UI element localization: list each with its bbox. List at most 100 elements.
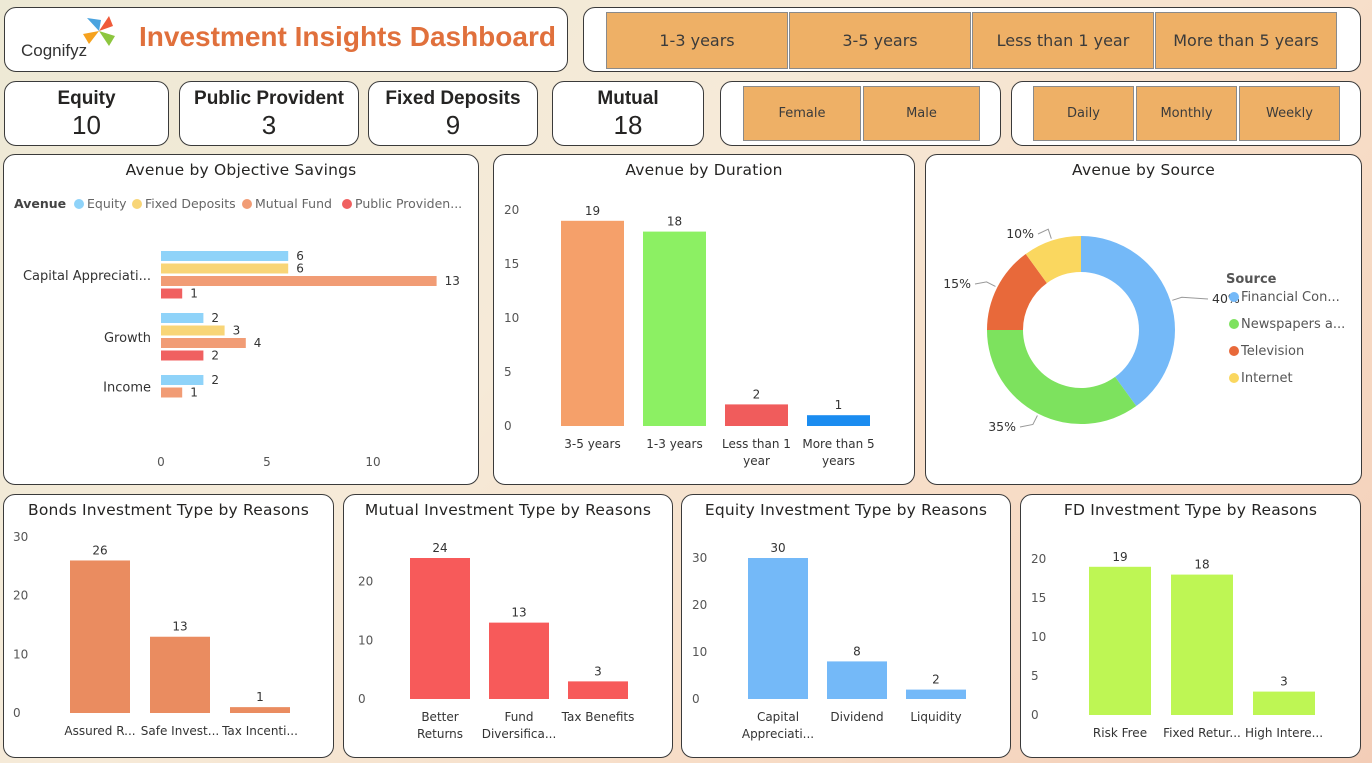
chart-fd-reasons-svg: 0 5 10 15 20 19 Risk Free 18 Fixed Retur... 3 High… bbox=[1031, 550, 1323, 740]
legend-title: Avenue bbox=[14, 196, 66, 211]
bar bbox=[161, 288, 183, 299]
header-panel: Cognifyz Investment Insights Dashboard bbox=[4, 7, 568, 72]
chart-mutual-reasons: Mutual Investment Type by Reasons 0 10 20 2… bbox=[343, 494, 673, 758]
x-tick-label: Fixed Retur... bbox=[1163, 726, 1241, 740]
legend-marker bbox=[242, 199, 252, 209]
legend-label: Fixed Deposits bbox=[145, 196, 236, 211]
legend-marker bbox=[1229, 346, 1239, 356]
bar bbox=[827, 661, 887, 699]
chart-title: Avenue by Source bbox=[1072, 161, 1215, 179]
logo-text: Cognifyz bbox=[21, 41, 88, 60]
x-tick-label: Assured R... bbox=[64, 724, 135, 738]
x-tick-label: 5 bbox=[263, 455, 271, 469]
y-tick-label: 10 bbox=[358, 633, 373, 647]
kpi-label: Fixed Deposits bbox=[385, 88, 521, 109]
legend-label: Internet bbox=[1241, 371, 1293, 386]
data-label: 35% bbox=[988, 419, 1016, 434]
bar bbox=[161, 375, 204, 385]
legend-marker bbox=[1229, 292, 1239, 302]
y-tick-label: Capital Appreciati... bbox=[23, 269, 151, 284]
data-label: 2 bbox=[753, 387, 761, 401]
leader-line bbox=[1019, 415, 1038, 428]
bar bbox=[1253, 691, 1315, 715]
y-tick-label: 20 bbox=[1031, 552, 1046, 566]
slicer-duration-1-3-years[interactable]: 1-3 years bbox=[606, 12, 788, 69]
slicer-duration-less-than-1-year[interactable]: Less than 1 year bbox=[972, 12, 1154, 69]
y-tick-label: 10 bbox=[504, 311, 519, 325]
kpi-card-equity: Equity 10 bbox=[4, 81, 169, 146]
bar bbox=[70, 560, 130, 713]
data-label: 13 bbox=[172, 620, 187, 634]
legend-label: Newspapers a... bbox=[1241, 317, 1345, 332]
bar bbox=[489, 622, 549, 699]
bar bbox=[1171, 574, 1233, 715]
data-label: 26 bbox=[92, 543, 107, 557]
bar bbox=[230, 707, 290, 713]
bar bbox=[725, 404, 788, 426]
duration-slicer: 1-3 years 3-5 years Less than 1 year Mor… bbox=[583, 7, 1361, 72]
y-tick-label: 10 bbox=[692, 645, 707, 659]
data-label: 6 bbox=[296, 262, 304, 276]
chart-title: Avenue by Objective Savings bbox=[125, 161, 357, 179]
chart-objective-savings: Avenue by Objective Savings Avenue Equity… bbox=[3, 154, 479, 485]
bar bbox=[561, 220, 624, 426]
legend-label: Mutual Fund bbox=[255, 196, 332, 211]
slicer-frequency-daily[interactable]: Daily bbox=[1033, 86, 1134, 141]
donut-slice bbox=[987, 330, 1137, 424]
legend-marker bbox=[1229, 373, 1239, 383]
y-tick-label: 10 bbox=[1031, 630, 1046, 644]
data-label: 15% bbox=[943, 276, 971, 291]
x-tick-label: Returns bbox=[417, 727, 463, 741]
data-label: 19 bbox=[1112, 550, 1127, 564]
slicer-frequency-weekly[interactable]: Weekly bbox=[1239, 86, 1340, 141]
y-tick-label: 30 bbox=[692, 551, 707, 565]
legend-marker bbox=[1229, 319, 1239, 329]
data-label: 3 bbox=[1280, 675, 1288, 689]
y-tick-label: 5 bbox=[1031, 669, 1039, 683]
data-label: 30 bbox=[770, 541, 785, 555]
x-tick-label: 10 bbox=[365, 455, 380, 469]
legend-label: Television bbox=[1240, 344, 1304, 359]
x-tick-label: Fund bbox=[504, 710, 533, 724]
x-tick-label: Less than 1 bbox=[722, 437, 791, 451]
y-tick-label: Growth bbox=[104, 331, 151, 346]
data-label: 4 bbox=[254, 336, 262, 350]
chart-equity-reasons-svg: 0 10 20 30 30 Capital Appreciati... 8 Dividend 2 L… bbox=[692, 541, 966, 741]
bar bbox=[906, 689, 966, 699]
y-tick-label: Income bbox=[103, 381, 151, 396]
slicer-frequency-monthly[interactable]: Monthly bbox=[1136, 86, 1237, 141]
x-tick-label: High Intere... bbox=[1245, 726, 1323, 740]
y-tick-label: 0 bbox=[1031, 708, 1039, 722]
bar bbox=[161, 313, 204, 323]
data-label: 2 bbox=[211, 373, 219, 387]
x-tick-label: Tax Incenti... bbox=[221, 724, 298, 738]
kpi-value: 18 bbox=[613, 110, 643, 140]
kpi-card-fixed-deposits: Fixed Deposits 9 bbox=[368, 81, 538, 146]
chart-avenue-source: Avenue by Source 40% 35% 15% 10% Source Finan… bbox=[925, 154, 1362, 485]
bar bbox=[748, 558, 808, 699]
chart-title: Avenue by Duration bbox=[625, 161, 783, 179]
page-title: Investment Insights Dashboard bbox=[139, 21, 556, 52]
legend-marker bbox=[342, 199, 352, 209]
data-label: 1 bbox=[256, 690, 264, 704]
kpi-label: Equity bbox=[57, 88, 116, 109]
x-tick-label: Appreciati... bbox=[742, 727, 814, 741]
bar bbox=[161, 325, 225, 336]
data-label: 1 bbox=[190, 287, 198, 301]
kpi-value: 3 bbox=[261, 110, 277, 140]
data-label: 18 bbox=[1194, 558, 1209, 572]
legend-marker bbox=[74, 199, 84, 209]
data-label: 3 bbox=[233, 324, 241, 338]
data-label: 1 bbox=[190, 386, 198, 400]
x-tick-label: Safe Invest... bbox=[141, 724, 219, 738]
data-label: 2 bbox=[932, 673, 940, 687]
slicer-gender-male[interactable]: Male bbox=[863, 86, 980, 141]
x-tick-label: years bbox=[822, 454, 855, 468]
bar bbox=[161, 387, 183, 398]
slicer-gender-female[interactable]: Female bbox=[743, 86, 861, 141]
bar bbox=[807, 415, 870, 426]
bar bbox=[161, 338, 246, 348]
slicer-duration-3-5-years[interactable]: 3-5 years bbox=[789, 12, 971, 69]
slicer-duration-more-than-5-years[interactable]: More than 5 years bbox=[1155, 12, 1337, 69]
chart-avenue-duration: Avenue by Duration 0 5 10 15 20 19 3-5 years 18… bbox=[493, 154, 915, 485]
